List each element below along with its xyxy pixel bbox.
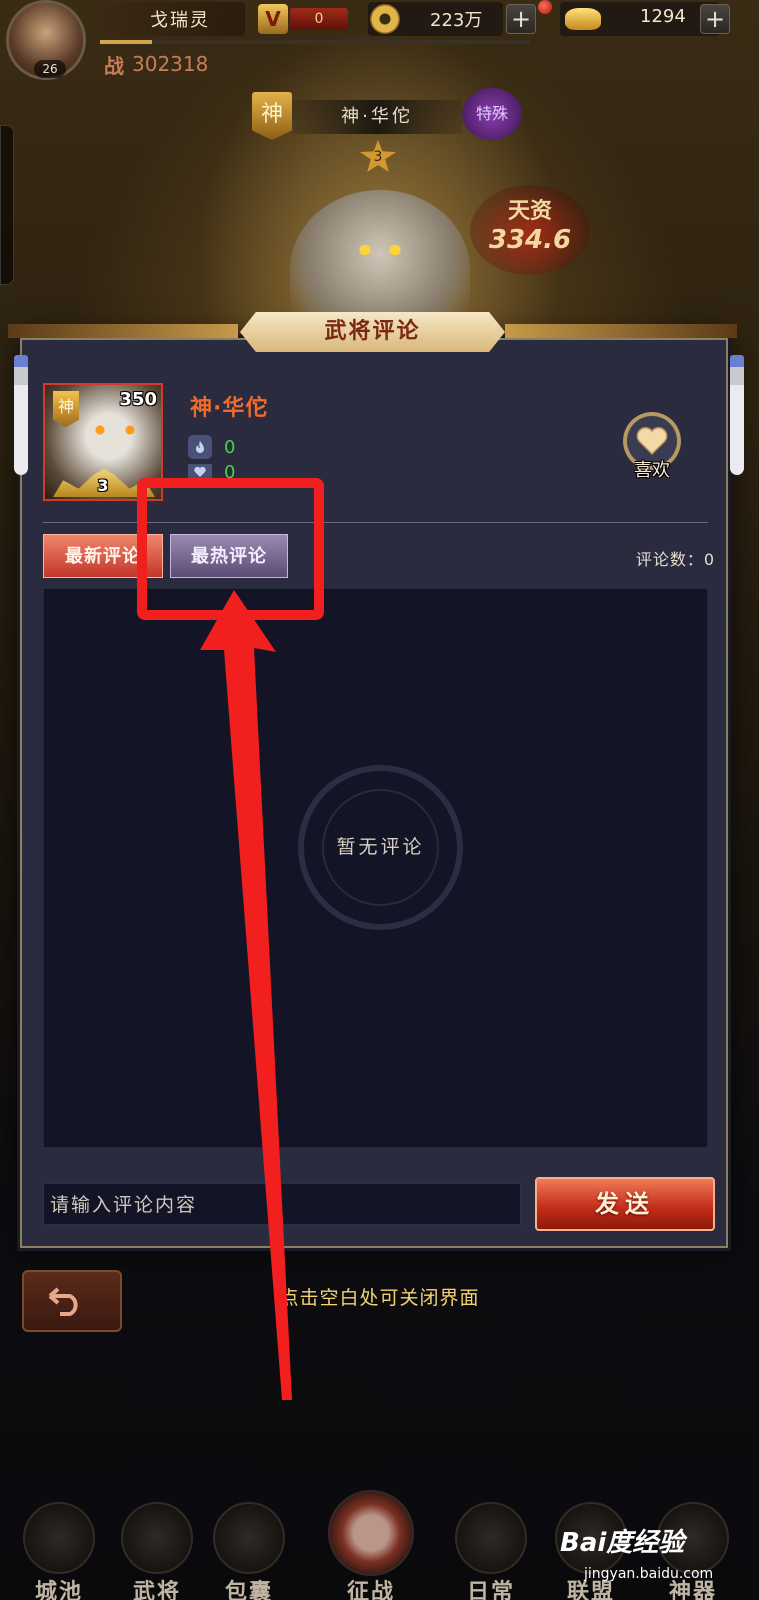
hero-title-name: 神·华佗 — [292, 100, 462, 134]
talent-value: 334.6 — [488, 225, 572, 255]
nav-city-label: 城池 — [34, 1580, 83, 1600]
like-label: 喜欢 — [634, 460, 670, 481]
left-tassel-icon — [14, 355, 28, 475]
vip-level: 0 — [290, 8, 348, 30]
annotation-highlight-box — [137, 478, 324, 620]
send-button[interactable]: 发送 — [535, 1177, 715, 1231]
experience-fill — [100, 40, 152, 44]
bag-icon — [213, 1502, 285, 1574]
experience-bar — [100, 40, 530, 44]
nav-generals-label: 武将 — [132, 1580, 181, 1600]
portrait-level: 350 — [119, 389, 157, 410]
battle-icon — [328, 1490, 414, 1576]
nav-generals[interactable]: 武将 — [112, 1490, 202, 1600]
talent-label: 天资 — [507, 199, 552, 224]
comment-count: 评论数：0 — [635, 550, 715, 569]
nav-daily-label: 日常 — [466, 1580, 515, 1600]
city-icon — [23, 1502, 95, 1574]
title-ornament-left — [8, 324, 238, 338]
hot-stat-row: 0 — [188, 434, 235, 460]
right-tassel-icon — [730, 355, 744, 475]
nav-bag[interactable]: 包囊 — [204, 1490, 294, 1600]
hot-stat-value: 0 — [224, 436, 236, 458]
close-hint: 点击空白处可关闭界面 — [279, 1287, 480, 1309]
copper-coin-icon — [370, 4, 400, 34]
nav-bag-label: 包囊 — [224, 1580, 273, 1600]
hero-name: 神·华佗 — [190, 396, 269, 421]
add-coins-button[interactable]: + — [506, 4, 536, 34]
nav-city[interactable]: 城池 — [14, 1490, 104, 1600]
nav-battle[interactable]: 征战 — [326, 1490, 416, 1600]
coin-amount: 223万 — [430, 10, 483, 31]
talent-emblem: 天资 334.6 — [470, 185, 590, 275]
combat-power-label: 战 — [104, 54, 124, 78]
vip-badge[interactable]: V — [258, 4, 288, 34]
player-name: 戈瑞灵 — [150, 10, 210, 31]
portrait-rank-badge: 神 — [53, 391, 79, 427]
title-ornament-right — [505, 324, 737, 338]
ingot-amount: 1294 — [640, 6, 686, 27]
add-ingots-button[interactable]: + — [700, 4, 730, 34]
watermark-url: jingyan.baidu.com — [584, 1566, 714, 1582]
hero-glowing-eyes — [350, 245, 410, 255]
scroll-icon — [455, 1502, 527, 1574]
empty-comments-text: 暂无评论 — [336, 836, 425, 858]
comment-input[interactable]: 请输入评论内容 — [43, 1183, 521, 1225]
baidu-watermark: Bai度经验 jingyan.baidu.com — [560, 1522, 750, 1592]
portrait-eyes — [85, 425, 145, 435]
nav-battle-label: 征战 — [346, 1580, 395, 1600]
nav-daily[interactable]: 日常 — [446, 1490, 536, 1600]
top-hud: 26 戈瑞灵 V 0 223万 + 1294 + 战 302318 — [0, 0, 759, 80]
hero-special-tag[interactable]: 特殊 — [462, 88, 522, 140]
dialog-title-banner: 武将评论 — [240, 312, 505, 352]
notification-dot-icon — [538, 0, 552, 14]
hero-rank-badge: 神 — [252, 92, 292, 140]
flame-icon — [188, 435, 212, 459]
like-button[interactable]: 喜欢 — [623, 412, 681, 482]
watermark-logo-text: Bai度经验 — [560, 1528, 685, 1558]
combat-power-value: 302318 — [132, 52, 209, 76]
left-side-tab[interactable] — [0, 125, 14, 285]
helmet-icon — [121, 1502, 193, 1574]
player-level: 26 — [34, 60, 66, 78]
gold-ingot-icon — [565, 8, 601, 30]
dialog-title: 武将评论 — [324, 319, 421, 344]
